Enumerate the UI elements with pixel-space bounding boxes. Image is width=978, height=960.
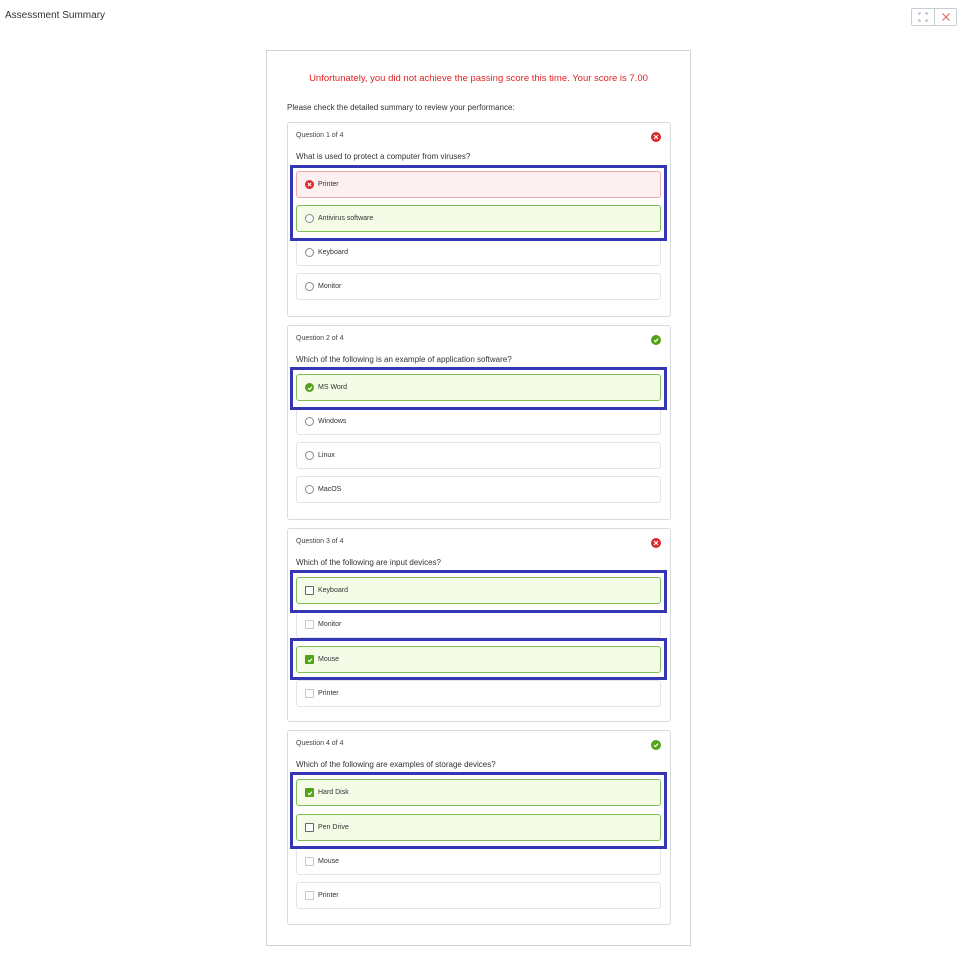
checkbox-icon bbox=[305, 586, 314, 595]
question-text: Which of the following is an example of … bbox=[296, 355, 512, 364]
option-linux[interactable]: Linux bbox=[296, 442, 661, 469]
wrong-answer-icon bbox=[305, 180, 314, 189]
checkbox-icon bbox=[305, 689, 314, 698]
checkbox-icon bbox=[305, 823, 314, 832]
incorrect-status-icon bbox=[651, 538, 661, 548]
option-keyboard[interactable]: Keyboard bbox=[296, 577, 661, 604]
question-card-1: Question 1 of 4 What is used to protect … bbox=[287, 122, 671, 317]
option-label: Keyboard bbox=[318, 249, 348, 256]
close-icon bbox=[941, 13, 950, 21]
option-keyboard[interactable]: Keyboard bbox=[296, 239, 661, 266]
option-windows[interactable]: Windows bbox=[296, 408, 661, 435]
close-button[interactable] bbox=[934, 9, 956, 25]
option-pen-drive[interactable]: Pen Drive bbox=[296, 814, 661, 841]
question-count: Question 4 of 4 bbox=[296, 740, 344, 747]
radio-icon bbox=[305, 282, 314, 291]
window-controls bbox=[911, 8, 957, 26]
question-text: What is used to protect a computer from … bbox=[296, 152, 471, 161]
radio-icon bbox=[305, 248, 314, 257]
correct-status-icon bbox=[651, 335, 661, 345]
option-label: Mouse bbox=[318, 656, 340, 663]
option-label: Printer bbox=[318, 892, 339, 899]
score-message: Unfortunately, you did not achieve the p… bbox=[309, 73, 648, 84]
checked-checkbox-icon bbox=[305, 788, 314, 797]
question-text: Which of the following are input devices… bbox=[296, 558, 441, 567]
option-label: Mouse bbox=[318, 858, 340, 865]
expand-button[interactable] bbox=[912, 9, 934, 25]
option-printer[interactable]: Printer bbox=[296, 680, 661, 707]
radio-icon bbox=[305, 451, 314, 460]
option-printer[interactable]: Printer bbox=[296, 882, 661, 909]
checked-checkbox-icon bbox=[305, 655, 314, 664]
option-antivirus-software[interactable]: Antivirus software bbox=[296, 205, 661, 232]
checkbox-icon bbox=[305, 857, 314, 866]
option-printer[interactable]: Printer bbox=[296, 171, 661, 198]
incorrect-status-icon bbox=[651, 132, 661, 142]
option-monitor[interactable]: Monitor bbox=[296, 273, 661, 300]
radio-icon bbox=[305, 485, 314, 494]
assessment-summary-card: Unfortunately, you did not achieve the p… bbox=[266, 50, 691, 946]
question-count: Question 2 of 4 bbox=[296, 335, 344, 342]
option-label: Windows bbox=[318, 418, 347, 425]
correct-answer-icon bbox=[305, 383, 314, 392]
option-label: Printer bbox=[318, 690, 339, 697]
option-label: Monitor bbox=[318, 283, 342, 290]
option-mouse[interactable]: Mouse bbox=[296, 848, 661, 875]
option-ms-word[interactable]: MS Word bbox=[296, 374, 661, 401]
option-label: Keyboard bbox=[318, 587, 348, 594]
radio-icon bbox=[305, 417, 314, 426]
radio-icon bbox=[305, 214, 314, 223]
question-count: Question 3 of 4 bbox=[296, 538, 344, 545]
option-label: Monitor bbox=[318, 621, 342, 628]
option-mouse[interactable]: Mouse bbox=[296, 646, 661, 673]
question-count: Question 1 of 4 bbox=[296, 132, 344, 139]
option-label: MS Word bbox=[318, 384, 348, 391]
expand-icon bbox=[918, 12, 928, 22]
checkbox-icon bbox=[305, 620, 314, 629]
checkbox-icon bbox=[305, 891, 314, 900]
option-label: MacOS bbox=[318, 486, 342, 493]
option-label: Printer bbox=[318, 181, 339, 188]
summary-hint: Please check the detailed summary to rev… bbox=[287, 103, 515, 112]
correct-status-icon bbox=[651, 740, 661, 750]
question-text: Which of the following are examples of s… bbox=[296, 760, 496, 769]
option-label: Linux bbox=[318, 452, 335, 459]
question-card-3: Question 3 of 4 Which of the following a… bbox=[287, 528, 671, 722]
option-label: Hard Disk bbox=[318, 789, 349, 796]
page-title: Assessment Summary bbox=[5, 10, 106, 21]
option-hard-disk[interactable]: Hard Disk bbox=[296, 779, 661, 806]
option-monitor[interactable]: Monitor bbox=[296, 611, 661, 638]
question-card-4: Question 4 of 4 Which of the following a… bbox=[287, 730, 671, 925]
option-label: Pen Drive bbox=[318, 824, 349, 831]
option-label: Antivirus software bbox=[318, 215, 374, 222]
option-macos[interactable]: MacOS bbox=[296, 476, 661, 503]
question-card-2: Question 2 of 4 Which of the following i… bbox=[287, 325, 671, 520]
